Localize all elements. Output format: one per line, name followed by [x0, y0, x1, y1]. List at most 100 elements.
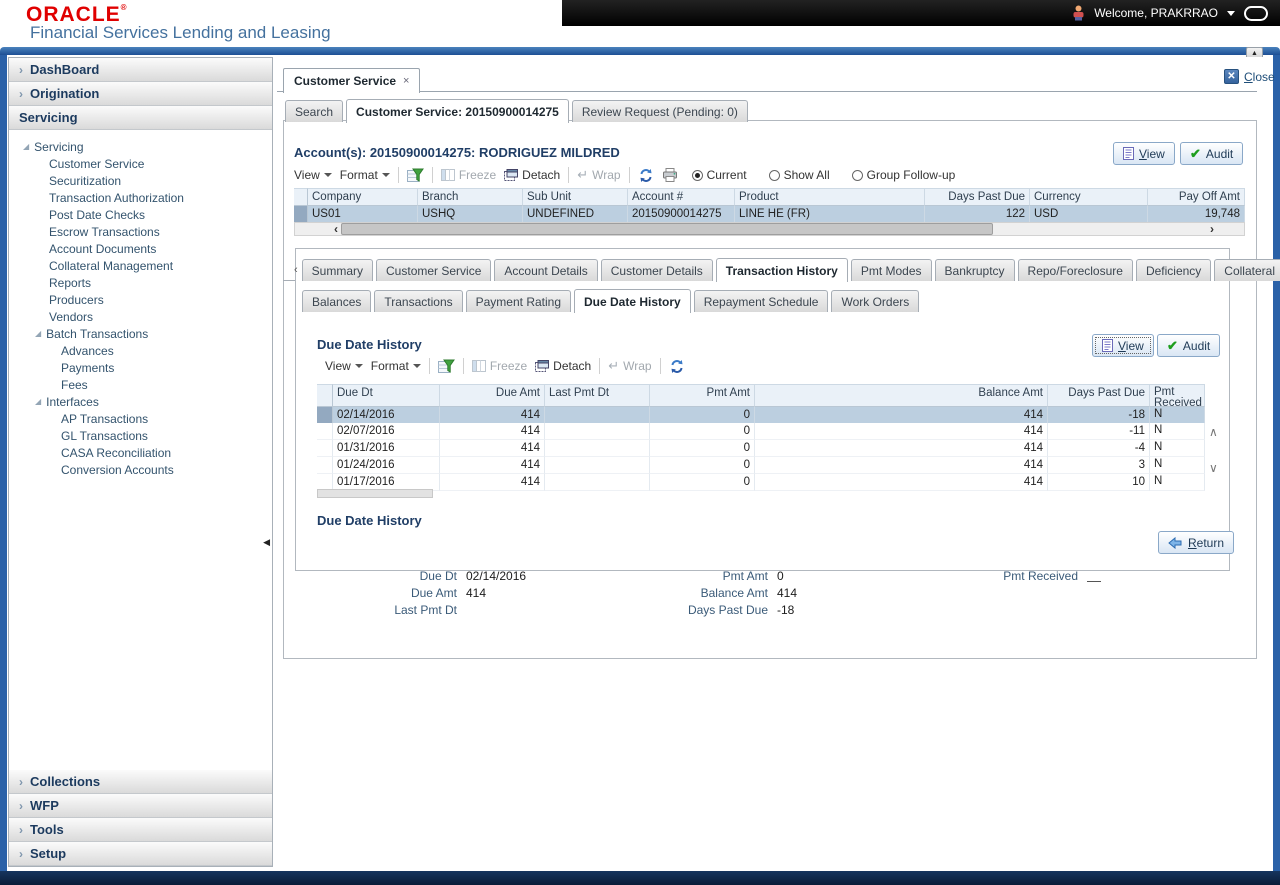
logout-power-icon[interactable] [1244, 6, 1268, 21]
filter-radio-current[interactable]: Current [692, 168, 755, 182]
accounts-hscrollbar[interactable]: ‹ › [294, 222, 1245, 236]
sidebar-item-dashboard[interactable]: ›DashBoard [9, 58, 272, 82]
refresh-icon[interactable] [669, 359, 685, 374]
row-stub[interactable] [294, 206, 308, 222]
account-view-button[interactable]: View [1113, 142, 1175, 165]
table-row[interactable]: 01/17/2016 414 0 414 10 N [317, 474, 1205, 491]
table-row[interactable]: 01/24/2016 414 0 414 3 N [317, 457, 1205, 474]
tree-expanded-icon[interactable]: ◢ [23, 142, 29, 151]
tab-customer-details[interactable]: Customer Details [601, 259, 713, 281]
tab-customer-service-account[interactable]: Customer Service: 20150900014275 [346, 99, 569, 123]
sidebar-item-tools[interactable]: ›Tools [9, 818, 272, 842]
tab-deficiency[interactable]: Deficiency [1136, 259, 1211, 281]
tab-search[interactable]: Search [285, 100, 343, 122]
tab-repayment-schedule[interactable]: Repayment Schedule [694, 290, 829, 312]
row-stub[interactable] [317, 407, 333, 423]
tree-expanded-icon[interactable]: ◢ [35, 329, 41, 338]
table-row[interactable]: 02/07/2016 414 0 414 -11 N [317, 423, 1205, 440]
tab-due-date-history[interactable]: Due Date History [574, 289, 691, 313]
tab-pmt-modes[interactable]: Pmt Modes [851, 259, 932, 281]
detach-button[interactable]: Detach [504, 168, 560, 182]
sidebar-item-wfp[interactable]: ›WFP [9, 794, 272, 818]
tree-item-customer-service[interactable]: Customer Service [9, 155, 272, 172]
scroll-left-icon[interactable]: ‹ [331, 223, 341, 235]
tab-repo-foreclosure[interactable]: Repo/Foreclosure [1018, 259, 1133, 281]
workspace-tab-customer-service[interactable]: Customer Service × [283, 68, 420, 93]
tab-customer-service[interactable]: Customer Service [376, 259, 491, 281]
sidebar-item-servicing[interactable]: Servicing [9, 106, 272, 130]
tab-transaction-history[interactable]: Transaction History [716, 258, 848, 282]
tree-item-securitization[interactable]: Securitization [9, 172, 272, 189]
tree-item-collateral-management[interactable]: Collateral Management [9, 257, 272, 274]
due-hscrollbar[interactable] [317, 489, 433, 498]
freeze-icon [472, 360, 486, 372]
tree-item-producers[interactable]: Producers [9, 291, 272, 308]
tree-item-gl-transactions[interactable]: GL Transactions [9, 427, 272, 444]
format-menu[interactable]: Format [340, 168, 390, 182]
tree-item-reports[interactable]: Reports [9, 274, 272, 291]
close-icon[interactable]: ✕ [1224, 69, 1239, 84]
tab-account-details[interactable]: Account Details [494, 259, 597, 281]
sidebar-collapse-handle[interactable]: ◀ [263, 538, 270, 547]
tree-item-post-date-checks[interactable]: Post Date Checks [9, 206, 272, 223]
tab-work-orders[interactable]: Work Orders [831, 290, 919, 312]
tab-collateral[interactable]: Collateral [1214, 259, 1280, 281]
view-menu[interactable]: View [325, 359, 363, 373]
top-divider-bar [0, 47, 1280, 55]
welcome-user[interactable]: Welcome, PRAKRRAO [1094, 6, 1218, 20]
tab-transactions[interactable]: Transactions [374, 290, 462, 312]
filter-radio-show-all[interactable]: Show All [769, 168, 838, 182]
row-stub[interactable] [317, 457, 333, 474]
toolbar-separator [660, 358, 661, 374]
print-icon[interactable] [662, 168, 678, 182]
row-stub[interactable] [317, 440, 333, 457]
sidebar-item-origination[interactable]: ›Origination [9, 82, 272, 106]
tree-item-casa-reconciliation[interactable]: CASA Reconciliation [9, 444, 272, 461]
scroll-up-icon[interactable]: ∧ [1209, 425, 1218, 439]
account-audit-button[interactable]: ✔ Audit [1180, 142, 1243, 165]
tree-item-ap-transactions[interactable]: AP Transactions [9, 410, 272, 427]
return-button[interactable]: Return [1158, 531, 1234, 554]
filter-icon[interactable] [438, 359, 455, 374]
tree-item-escrow-transactions[interactable]: Escrow Transactions [9, 223, 272, 240]
tree-item-advances[interactable]: Advances [9, 342, 272, 359]
filter-radio-group-follow-up[interactable]: Group Follow-up [852, 168, 964, 182]
tree-expanded-icon[interactable]: ◢ [35, 397, 41, 406]
table-row[interactable]: US01 USHQ UNDEFINED 20150900014275 LINE … [294, 206, 1245, 222]
tab-summary[interactable]: Summary [302, 259, 373, 281]
filter-icon[interactable] [407, 168, 424, 183]
chevron-right-icon: › [19, 63, 23, 77]
due-audit-button[interactable]: ✔ Audit [1157, 334, 1220, 357]
tab-payment-rating[interactable]: Payment Rating [466, 290, 571, 312]
tree-item-vendors[interactable]: Vendors [9, 308, 272, 325]
user-menu-chevron-icon[interactable] [1227, 11, 1235, 16]
refresh-icon[interactable] [638, 168, 654, 183]
tab-bankruptcy[interactable]: Bankruptcy [935, 259, 1015, 281]
tree-item-conversion-accounts[interactable]: Conversion Accounts [9, 461, 272, 478]
tab-review-request[interactable]: Review Request (Pending: 0) [572, 100, 748, 122]
tab-close-icon[interactable]: × [403, 75, 409, 87]
tree-node-interfaces[interactable]: ◢Interfaces [9, 393, 272, 410]
scroll-right-icon[interactable]: › [1207, 223, 1217, 235]
tree-node-servicing[interactable]: ◢Servicing [9, 138, 272, 155]
field-due-dt: Due Dt 02/14/2016 [337, 569, 526, 583]
due-view-button[interactable]: View [1092, 334, 1154, 357]
tab-balances[interactable]: Balances [302, 290, 371, 312]
format-menu[interactable]: Format [371, 359, 421, 373]
tree-item-account-documents[interactable]: Account Documents [9, 240, 272, 257]
tabs-scroll-left-icon[interactable]: ‹ [290, 264, 302, 276]
sidebar-item-setup[interactable]: ›Setup [9, 842, 272, 866]
scroll-down-icon[interactable]: ∨ [1209, 461, 1218, 475]
row-stub[interactable] [317, 423, 333, 440]
detach-button[interactable]: Detach [535, 359, 591, 373]
sidebar-item-collections[interactable]: ›Collections [9, 770, 272, 794]
scroll-thumb[interactable] [341, 223, 993, 235]
tree-item-payments[interactable]: Payments [9, 359, 272, 376]
table-row[interactable]: 01/31/2016 414 0 414 -4 N [317, 440, 1205, 457]
table-row[interactable]: 02/14/2016 414 0 414 -18 N [317, 407, 1205, 423]
view-menu[interactable]: View [294, 168, 332, 182]
tree-item-fees[interactable]: Fees [9, 376, 272, 393]
close-control[interactable]: ✕ Close [1224, 69, 1275, 84]
tree-node-batch-transactions[interactable]: ◢Batch Transactions [9, 325, 272, 342]
tree-item-transaction-authorization[interactable]: Transaction Authorization [9, 189, 272, 206]
